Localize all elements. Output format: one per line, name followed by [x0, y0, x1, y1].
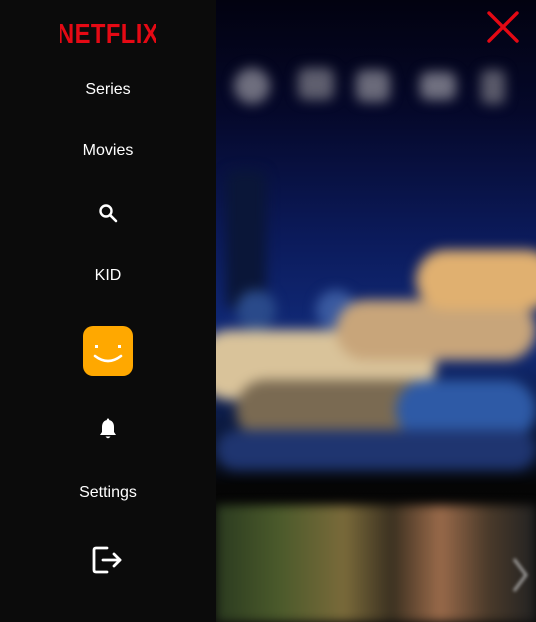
nav-item-search[interactable] [0, 203, 216, 223]
profile-avatar [83, 326, 133, 376]
nav-item-series[interactable]: Series [0, 80, 216, 100]
app-root: NETFLIX Series Movies KID Settings [0, 0, 536, 622]
chevron-right-icon[interactable] [510, 555, 530, 595]
netflix-logo[interactable]: NETFLIX [0, 12, 216, 52]
netflix-logo-mark: NETFLIX [60, 17, 156, 47]
nav-item-kid[interactable]: KID [0, 266, 216, 286]
nav-item-profile[interactable] [0, 326, 216, 376]
nav-item-logout[interactable] [0, 545, 216, 575]
sidebar-menu: NETFLIX Series Movies KID Settings [0, 0, 216, 622]
logout-icon [92, 546, 122, 574]
thumbnail-row [216, 505, 536, 622]
close-button[interactable] [486, 10, 520, 44]
background-content [216, 0, 536, 622]
nav-item-settings[interactable]: Settings [0, 483, 216, 503]
search-icon [99, 204, 118, 223]
smiley-face-icon [93, 345, 123, 363]
netflix-logo-text: NETFLIX [60, 17, 156, 47]
bell-icon [100, 418, 116, 439]
nav-item-movies[interactable]: Movies [0, 141, 216, 161]
close-icon [487, 11, 519, 43]
nav-item-notifications[interactable] [0, 418, 216, 440]
